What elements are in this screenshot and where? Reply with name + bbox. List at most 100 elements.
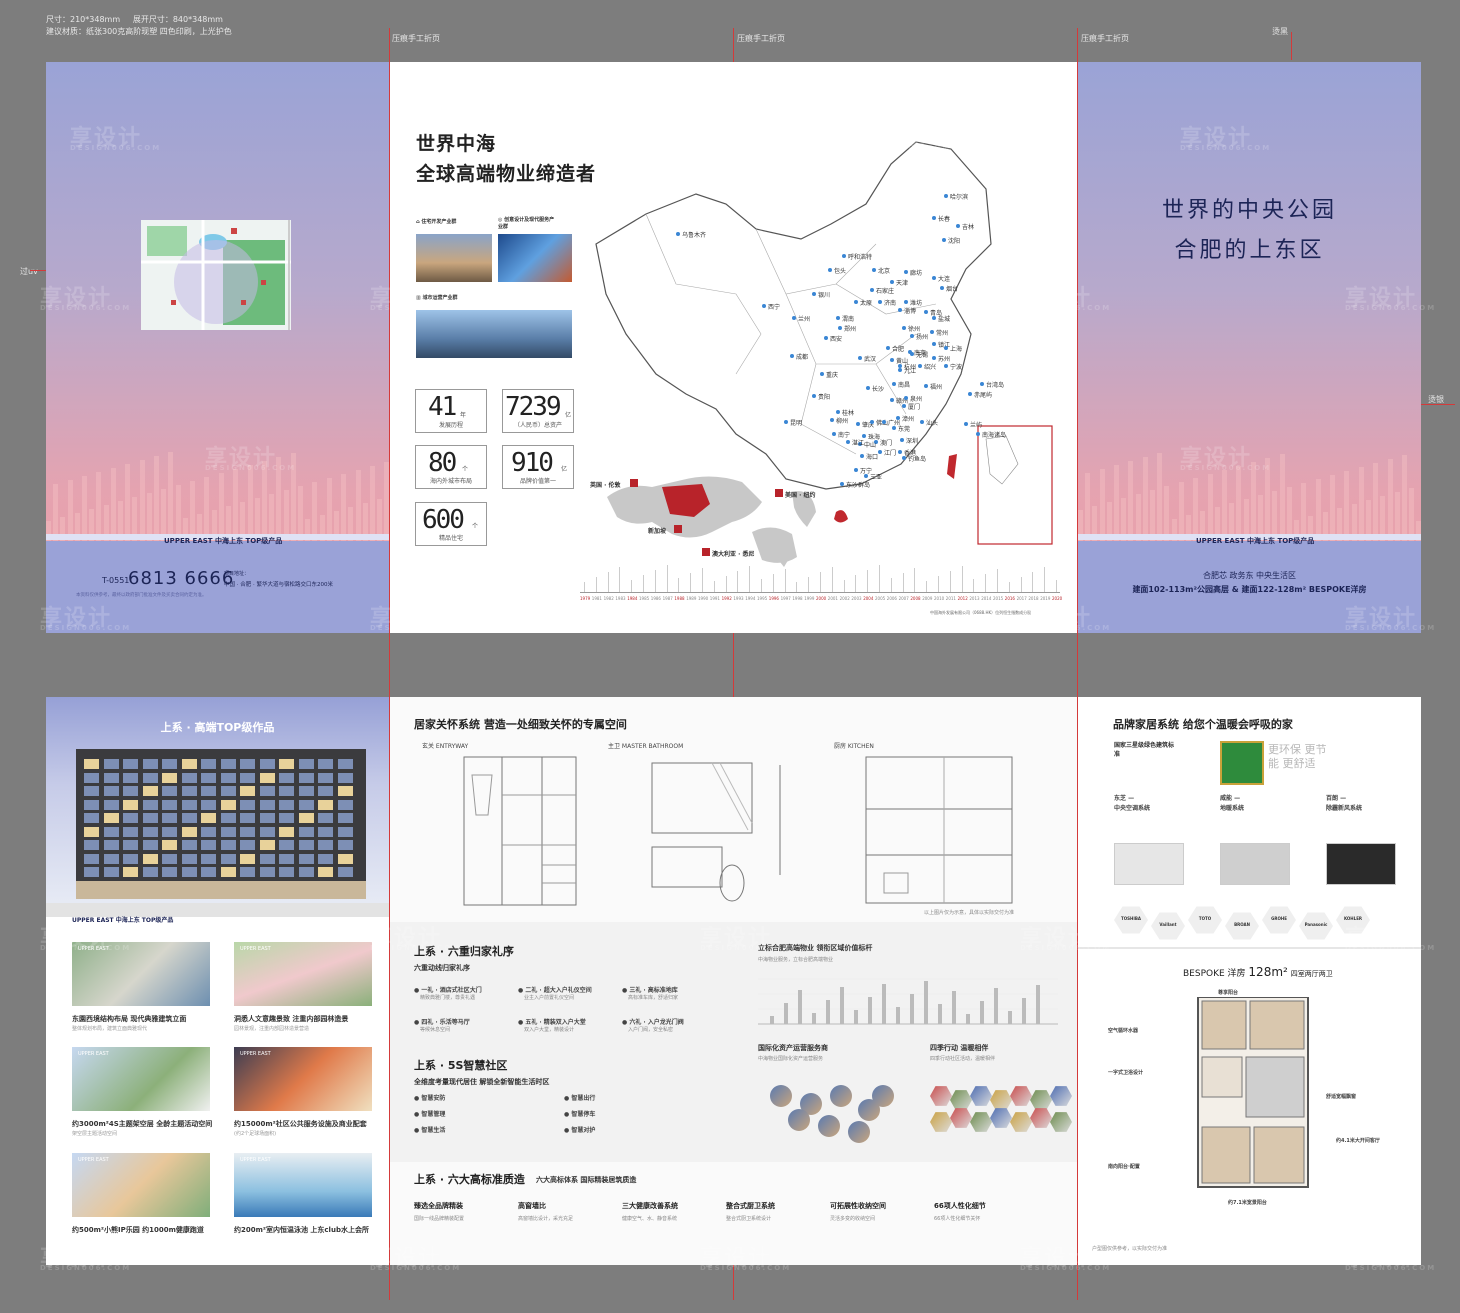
timeline-year: 1984 (627, 596, 638, 601)
value-bar (994, 988, 998, 1024)
building-window (318, 772, 333, 783)
skyline-bar (175, 485, 181, 541)
map-pin-icon (812, 292, 816, 296)
skyline-bar (370, 466, 375, 541)
timeline-tick (961, 566, 963, 592)
building-window (298, 840, 314, 850)
building-window (318, 840, 333, 850)
smart-item: ● 智慧管理 (414, 1111, 446, 1118)
building-window (142, 853, 158, 864)
ritual-item-desc: 精致典雅门楼，尊贵礼遇 (420, 995, 476, 1001)
skyline-bar (1344, 471, 1350, 541)
map-pin-icon (920, 420, 924, 424)
value-desc: 中海物业服务，立标合肥高端物业 (758, 957, 834, 963)
building-window (279, 799, 294, 810)
world-city-sydney: 澳大利亚 · 悉尼 (712, 551, 755, 558)
map-pin-icon (944, 194, 948, 198)
skyline-bar (355, 470, 361, 541)
map-pin-icon (932, 276, 936, 280)
timeline-year: 2020 (1052, 596, 1063, 601)
brand-logo-text: GROHE (1271, 916, 1287, 921)
map-pin-icon (910, 352, 914, 356)
works-hero: 上系 · 高端TOP级作品 (46, 697, 389, 917)
spec-notes: 尺寸：210*348mm 展开尺寸：840*348mm 建议材质：纸张300克高… (46, 14, 346, 38)
building-window (201, 799, 216, 810)
quality-item-title: 高窗墙比 (518, 1202, 546, 1210)
timeline-year: 2014 (981, 596, 992, 601)
timeline-year: 2017 (1016, 596, 1027, 601)
skyline-graphic (1078, 451, 1421, 541)
map-pin-icon (932, 316, 936, 320)
city-label: 南海诸岛 (982, 432, 1007, 439)
building-window (142, 840, 158, 850)
city-label: 武汉 (864, 356, 877, 363)
value-bar (770, 1016, 774, 1024)
building-window (240, 840, 255, 850)
timeline-year: 1988 (674, 596, 685, 601)
skyline-bar (96, 472, 102, 541)
city-label: 江门 (884, 450, 897, 457)
city-label: 柳州 (836, 418, 849, 425)
timeline-tick (784, 569, 786, 592)
city-label: 上海 (950, 346, 963, 353)
skyline-bar (1099, 469, 1105, 541)
building-window (162, 786, 177, 796)
works-caption: 东園西境结构布局 现代典雅建筑立面 (72, 1015, 187, 1023)
biz-label-1-text: 住宅开发产业群 (421, 219, 457, 225)
map-pin-icon (836, 316, 840, 320)
building-window (240, 786, 255, 796)
building-window (103, 799, 119, 810)
building-window (240, 813, 255, 823)
timeline-tick (654, 570, 656, 592)
building-window (240, 772, 255, 783)
timeline-tick (855, 575, 857, 592)
value-bar (826, 1000, 830, 1024)
phone-number: 6813 6666 (128, 568, 235, 589)
timeline-year: 1991 (709, 596, 720, 601)
works-caption: 约500m²小熊IP乐园 约1000m健康跑道 (72, 1226, 204, 1234)
season-photo (1050, 1086, 1072, 1106)
map-pin-icon (924, 310, 928, 314)
building-window (123, 786, 138, 796)
building-window (240, 853, 255, 864)
building-window (181, 853, 197, 864)
map-pin-icon (872, 268, 876, 272)
city-label: 南宁 (838, 432, 851, 439)
brand-logo-text: BROAN (1234, 922, 1250, 927)
building-window (162, 772, 177, 783)
map-pin-icon (832, 432, 836, 436)
ritual-item-title: ● 四礼 · 乐活等马厅 (414, 1019, 470, 1026)
timeline-year: 2012 (957, 596, 968, 601)
bath-drawing (651, 762, 781, 902)
works-caption: 洞悉人文意趣景致 注重内部园林造景 (234, 1015, 349, 1023)
skyline-bar (341, 474, 347, 541)
quality-item-title: 三大健康改善系统 (622, 1202, 678, 1210)
building-window (162, 759, 177, 769)
season-photo (970, 1086, 992, 1106)
plan-label: 南向阳台·配置 (1108, 1164, 1140, 1170)
stat-label: 海内外城市布局 (429, 478, 472, 485)
city-label: 大连 (938, 276, 951, 283)
skyline-bar (1301, 483, 1307, 541)
city-label: 厦门 (908, 404, 921, 411)
stat-label: 精品住宅 (438, 535, 463, 542)
biz-label-3-text: 城市运营产业群 (422, 295, 458, 301)
value-bar (896, 1007, 900, 1024)
ritual-item-title: ● 五礼 · 精装双入户大堂 (518, 1019, 586, 1026)
timeline-tick (690, 573, 692, 592)
biz-label-2-text: 创意设计及现代服务产业群 (498, 217, 555, 230)
biz-label-1: ⌂ 住宅开发产业群 (416, 218, 456, 225)
season-photo (990, 1090, 1012, 1110)
building-window (259, 759, 275, 769)
map-pin-icon (942, 238, 946, 242)
city-label: 汕头 (926, 420, 939, 427)
timeline-tick (796, 582, 798, 592)
season-photo (1050, 1112, 1072, 1132)
skyline-bar (1164, 486, 1170, 541)
timeline-year: 1979 (580, 596, 591, 601)
building-window (337, 799, 353, 810)
brand-logo: GROHE (1262, 906, 1296, 934)
skyline-bar (326, 478, 332, 541)
fold-label-3: 压痕手工折页 (1081, 34, 1129, 43)
timeline-year: 1995 (757, 596, 768, 601)
